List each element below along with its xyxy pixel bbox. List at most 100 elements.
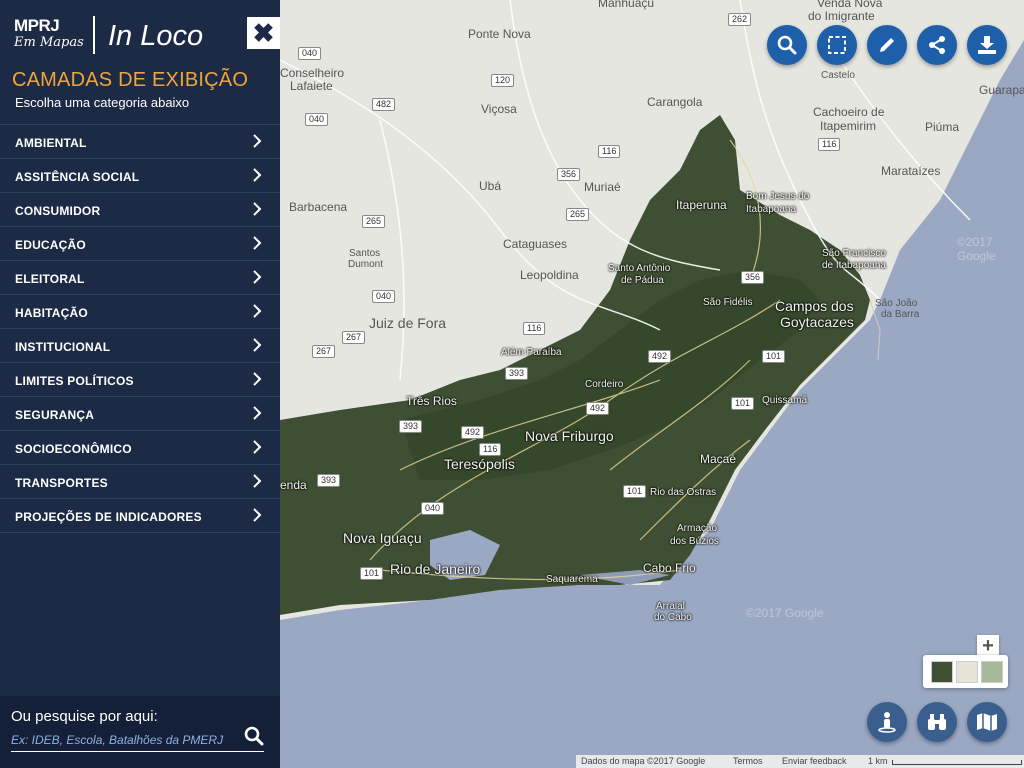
search-icon[interactable]	[244, 726, 264, 746]
category-item-assistencia-social[interactable]: ASSITÊNCIA SOCIAL	[0, 158, 280, 192]
search-input[interactable]	[11, 729, 264, 752]
close-sidebar-button[interactable]: ✖	[247, 17, 280, 49]
category-item-habitacao[interactable]: HABITAÇÃO	[0, 294, 280, 328]
close-icon: ✖	[252, 18, 275, 48]
city-label: Saquarema	[546, 574, 598, 585]
explore-button[interactable]	[917, 702, 957, 742]
category-label: CONSUMIDOR	[15, 204, 101, 218]
city-label: Cabo Frio	[643, 561, 696, 575]
binoculars-icon	[928, 714, 946, 730]
category-item-eleitoral[interactable]: ELEITORAL	[0, 260, 280, 294]
category-label: EDUCAÇÃO	[15, 238, 86, 252]
city-label: Rio de Janeiro	[390, 561, 481, 577]
chevron-right-icon	[253, 508, 262, 522]
category-menu: AMBIENTAL ASSITÊNCIA SOCIAL CONSUMIDOR E…	[0, 124, 280, 533]
category-item-transportes[interactable]: TRANSPORTES	[0, 464, 280, 498]
category-label: SOCIOECONÔMICO	[15, 442, 132, 456]
chevron-right-icon	[253, 168, 262, 182]
city-label: Lafaiete	[290, 79, 333, 93]
draw-button[interactable]	[867, 25, 907, 65]
chevron-right-icon	[253, 440, 262, 454]
share-button[interactable]	[917, 25, 957, 65]
select-area-button[interactable]	[817, 25, 857, 65]
logo-sub: Em Mapas	[14, 35, 84, 50]
category-item-educacao[interactable]: EDUCAÇÃO	[0, 226, 280, 260]
city-label: Teresópolis	[444, 456, 515, 472]
city-label: Marataízes	[881, 164, 941, 178]
city-label: Armação	[677, 523, 718, 534]
highway-shield: 265	[566, 208, 590, 221]
map-watermark: ©2017 Google	[957, 235, 996, 263]
city-label: Castelo	[821, 70, 855, 81]
map-base-layer	[280, 0, 1024, 768]
city-label: Nova Iguaçu	[343, 530, 422, 546]
highway-shield: 120	[491, 74, 515, 87]
highway-shield: 265	[362, 215, 386, 228]
search-icon	[777, 35, 797, 55]
highway-shield: 116	[479, 443, 502, 456]
highway-shield: 482	[372, 98, 396, 111]
city-label: Goytacazes	[780, 314, 854, 330]
city-label: Barbacena	[289, 200, 348, 214]
basemap-picker	[923, 655, 1008, 688]
highway-shield: 356	[557, 168, 581, 181]
highway-shield: 040	[372, 290, 396, 303]
download-button[interactable]	[967, 25, 1007, 65]
logo-org: MPRJ	[14, 16, 60, 35]
city-label: enda	[280, 478, 307, 492]
terrain-basemap-thumb[interactable]	[981, 661, 1003, 683]
city-label: Dumont	[348, 259, 384, 270]
highway-shield: 116	[523, 322, 546, 335]
city-label: Guarapari	[979, 83, 1024, 97]
city-label: da Barra	[881, 309, 920, 320]
category-item-limites-politicos[interactable]: LIMITES POLÍTICOS	[0, 362, 280, 396]
category-label: ELEITORAL	[15, 272, 85, 286]
category-label: ASSITÊNCIA SOCIAL	[15, 170, 140, 184]
terms-link[interactable]: Termos	[733, 756, 763, 766]
category-item-consumidor[interactable]: CONSUMIDOR	[0, 192, 280, 226]
city-label: Três Rios	[406, 394, 457, 408]
city-label: Muriaé	[584, 180, 621, 194]
city-label: Macaé	[700, 452, 737, 466]
satellite-basemap-thumb[interactable]	[931, 661, 953, 683]
logo-divider	[93, 16, 95, 54]
map-view[interactable]: Manhuaçu Venda Nova do Imigrante Conselh…	[280, 0, 1024, 768]
highway-shield: 267	[342, 331, 366, 344]
category-label: TRANSPORTES	[15, 476, 108, 490]
city-label: Além Paraíba	[501, 347, 562, 358]
basemap-button[interactable]	[967, 702, 1007, 742]
city-label: Manhuaçu	[598, 0, 655, 10]
category-item-projecoes[interactable]: PROJEÇÕES DE INDICADORES	[0, 498, 280, 533]
search-button[interactable]	[767, 25, 807, 65]
category-item-ambiental[interactable]: AMBIENTAL	[0, 124, 280, 158]
mprj-logo: MPRJ Em Mapas	[14, 16, 94, 54]
city-label: Ubá	[479, 179, 502, 193]
highway-shield: 040	[298, 47, 322, 60]
download-icon	[978, 36, 996, 54]
highway-shield: 040	[305, 113, 329, 126]
city-label: Itaperuna	[676, 198, 727, 212]
category-item-seguranca[interactable]: SEGURANÇA	[0, 396, 280, 430]
layers-subtitle: Escolha uma categoria abaixo	[15, 95, 190, 110]
highway-shield: 040	[421, 502, 445, 515]
chevron-right-icon	[253, 236, 262, 250]
chevron-right-icon	[253, 134, 262, 148]
category-item-institucional[interactable]: INSTITUCIONAL	[0, 328, 280, 362]
category-label: LIMITES POLÍTICOS	[15, 374, 134, 388]
highway-shield: 101	[731, 397, 755, 410]
city-label: dos Búzios	[670, 536, 719, 547]
city-label: Leopoldina	[520, 268, 579, 282]
highway-shield: 116	[818, 138, 841, 151]
city-label: São Fidélis	[703, 297, 753, 308]
category-label: HABITAÇÃO	[15, 306, 88, 320]
scale-bar	[892, 760, 1022, 765]
category-item-socioeconomico[interactable]: SOCIOECONÔMICO	[0, 430, 280, 464]
app-title: In Loco	[108, 20, 204, 52]
category-label: INSTITUCIONAL	[15, 340, 111, 354]
roadmap-basemap-thumb[interactable]	[956, 661, 978, 683]
zoom-in-button[interactable]: +	[977, 635, 999, 657]
chevron-right-icon	[253, 270, 262, 284]
feedback-link[interactable]: Enviar feedback	[782, 756, 847, 766]
chevron-right-icon	[253, 304, 262, 318]
street-view-button[interactable]	[867, 702, 907, 742]
